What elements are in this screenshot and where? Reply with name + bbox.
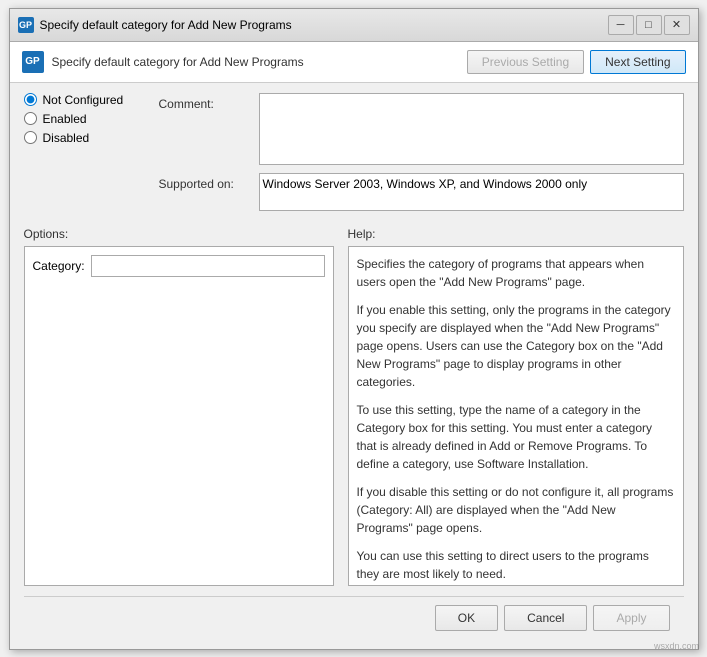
header-buttons: Previous Setting Next Setting (467, 50, 686, 74)
help-section: Help: Specifies the category of programs… (348, 227, 684, 586)
window-icon: GP (18, 17, 34, 33)
help-label: Help: (348, 227, 684, 241)
comment-row: Comment: (159, 93, 684, 165)
top-section: Not Configured Enabled Disabled Comment: (24, 93, 684, 219)
right-section: Comment: Supported on: Windows Server 20… (159, 93, 684, 211)
dialog-icon: GP (22, 51, 44, 73)
radio-section: Not Configured Enabled Disabled (24, 93, 154, 145)
help-para-4: If you disable this setting or do not co… (357, 483, 675, 537)
help-para-3: To use this setting, type the name of a … (357, 401, 675, 473)
comment-label: Comment: (159, 93, 259, 111)
title-bar-controls: ─ □ ✕ (608, 15, 690, 35)
radio-enabled[interactable]: Enabled (24, 112, 154, 126)
main-content: Not Configured Enabled Disabled Comment: (10, 83, 698, 649)
dialog-header: GP Specify default category for Add New … (10, 42, 698, 83)
maximize-button[interactable]: □ (636, 15, 662, 35)
category-label: Category: (33, 259, 85, 273)
help-para-2: If you enable this setting, only the pro… (357, 301, 675, 391)
next-setting-button[interactable]: Next Setting (590, 50, 685, 74)
supported-row: Supported on: Windows Server 2003, Windo… (159, 173, 684, 211)
options-label: Options: (24, 227, 334, 241)
previous-setting-button[interactable]: Previous Setting (467, 50, 584, 74)
cancel-button[interactable]: Cancel (504, 605, 587, 631)
radio-disabled[interactable]: Disabled (24, 131, 154, 145)
close-button[interactable]: ✕ (664, 15, 690, 35)
bottom-sections: Options: Category: Help: Specifies the c… (24, 227, 684, 586)
supported-textarea[interactable]: Windows Server 2003, Windows XP, and Win… (259, 173, 684, 211)
title-bar-left: GP Specify default category for Add New … (18, 17, 292, 33)
apply-button[interactable]: Apply (593, 605, 669, 631)
title-bar: GP Specify default category for Add New … (10, 9, 698, 42)
help-para-5: You can use this setting to direct users… (357, 547, 675, 583)
options-box: Category: (24, 246, 334, 586)
minimize-button[interactable]: ─ (608, 15, 634, 35)
dialog-header-title: Specify default category for Add New Pro… (52, 55, 459, 69)
help-para-1: Specifies the category of programs that … (357, 255, 675, 291)
ok-button[interactable]: OK (435, 605, 498, 631)
comment-textarea[interactable] (259, 93, 684, 165)
options-section: Options: Category: (24, 227, 334, 586)
category-row: Category: (33, 255, 325, 277)
help-box[interactable]: Specifies the category of programs that … (348, 246, 684, 586)
dialog-footer: OK Cancel Apply (24, 596, 684, 639)
radio-not-configured[interactable]: Not Configured (24, 93, 154, 107)
radio-disabled-input[interactable] (24, 131, 37, 144)
radio-enabled-input[interactable] (24, 112, 37, 125)
window-title: Specify default category for Add New Pro… (40, 18, 292, 32)
main-window: GP Specify default category for Add New … (9, 8, 699, 650)
watermark: wsxdn.com (654, 641, 699, 651)
category-input[interactable] (91, 255, 325, 277)
radio-not-configured-input[interactable] (24, 93, 37, 106)
supported-label: Supported on: (159, 173, 259, 191)
